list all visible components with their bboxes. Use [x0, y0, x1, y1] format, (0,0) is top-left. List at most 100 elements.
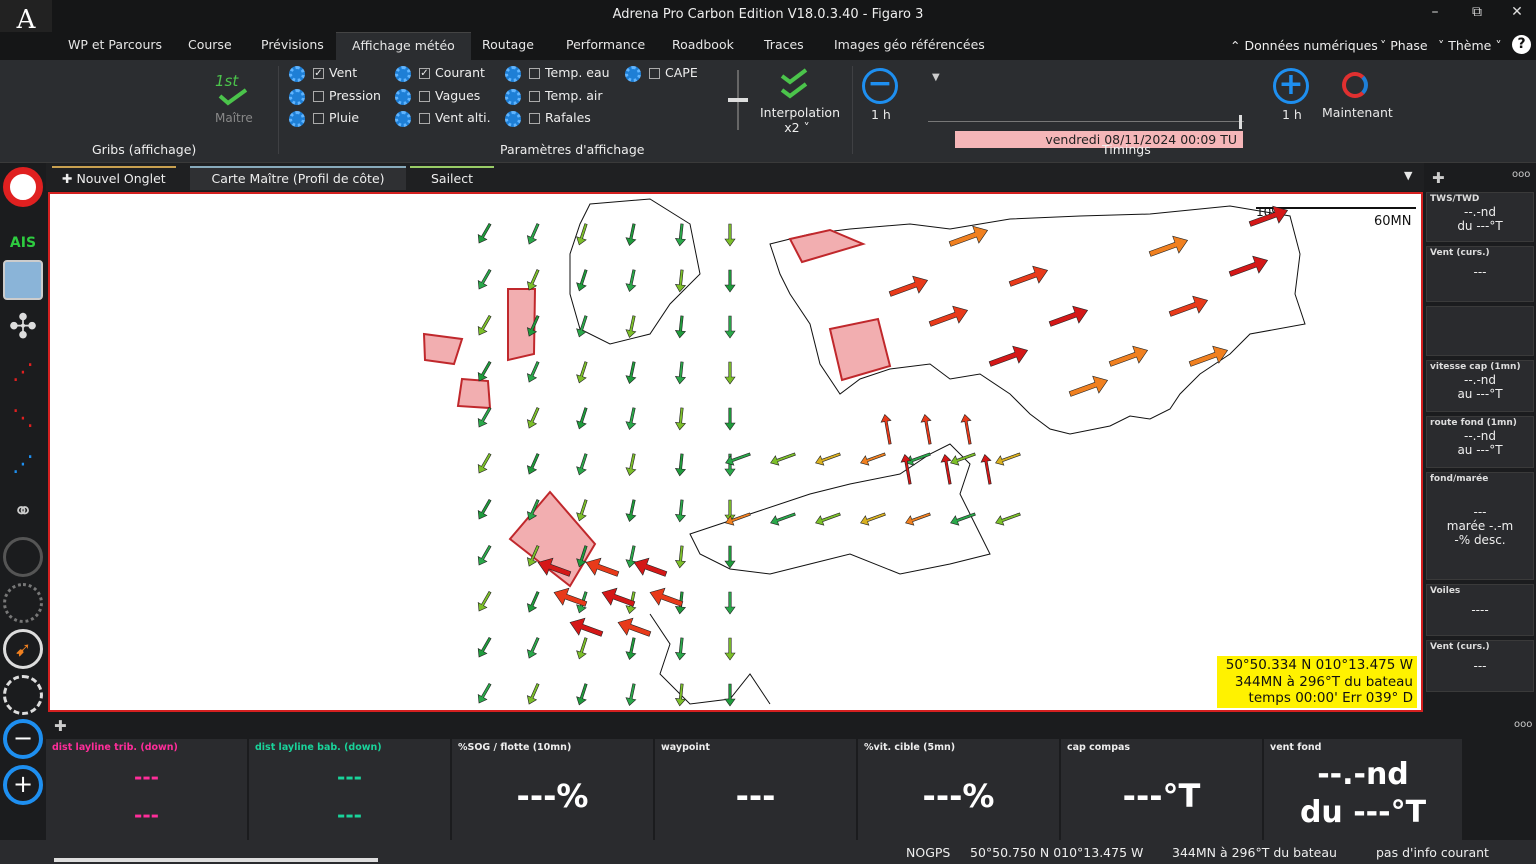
phase-menu[interactable]: ˅ Phase — [1380, 38, 1428, 53]
gear-icon[interactable] — [505, 65, 521, 82]
empty-panel[interactable] — [1426, 306, 1534, 356]
route-icon[interactable]: ⋰ — [3, 353, 43, 393]
time-slider-track — [928, 121, 1244, 122]
gear-icon[interactable] — [395, 65, 411, 82]
binoculars-icon[interactable]: ⚭ — [3, 491, 43, 531]
compass-icon[interactable]: ➹ — [3, 629, 43, 669]
tab-affichage-meteo[interactable]: Affichage météo — [336, 32, 471, 60]
vector-arrow — [770, 512, 796, 526]
map-canvas[interactable]: 109 — [50, 194, 1421, 710]
tab-previsions[interactable]: Prévisions — [245, 32, 340, 60]
refresh-icon[interactable] — [1342, 72, 1368, 98]
chart-map-icon[interactable] — [3, 260, 43, 300]
gear-icon[interactable] — [625, 65, 641, 82]
tab-traces[interactable]: Traces — [748, 32, 820, 60]
vector-arrow — [725, 452, 751, 466]
donnees-numeriques-menu[interactable]: ⌃ Données numériques — [1230, 38, 1378, 53]
vector-arrow — [633, 557, 668, 577]
more-icon[interactable]: ooo — [1514, 719, 1532, 730]
vector-arrow — [900, 453, 912, 485]
zoom-fit-icon[interactable] — [3, 675, 43, 715]
vagues-checkbox[interactable]: Vagues — [395, 87, 480, 105]
pluie-checkbox[interactable]: Pluie — [289, 109, 359, 127]
gear-icon[interactable] — [505, 88, 521, 105]
vent-cursor-panel[interactable]: Vent (curs.) --- — [1426, 246, 1534, 302]
gear-icon[interactable] — [289, 110, 305, 127]
zone-polygon — [422, 332, 464, 366]
voiles-panel[interactable]: Voiles ---- — [1426, 584, 1534, 636]
master-button[interactable]: Maître — [215, 111, 253, 125]
vent-alti-checkbox[interactable]: Vent alti. — [395, 109, 491, 127]
zoom-in-icon[interactable]: + — [3, 765, 43, 805]
tab-course[interactable]: Course — [172, 32, 248, 60]
plus-icon[interactable]: + — [1273, 68, 1309, 104]
tab-images-geo[interactable]: Images géo référencées — [818, 32, 1001, 60]
layline-starboard-panel[interactable]: dist layline trib. (down) --- --- — [46, 739, 249, 840]
new-tab-button[interactable]: ✚ Nouvel Onglet — [52, 166, 176, 190]
pression-checkbox[interactable]: Pression — [289, 87, 381, 105]
step-back-label: 1 h — [871, 107, 891, 122]
date-dropdown-icon[interactable]: ▼ — [932, 72, 940, 83]
vector-arrow — [988, 345, 1029, 367]
gear-icon[interactable] — [289, 88, 305, 105]
gear-icon[interactable] — [395, 110, 411, 127]
tab-performance[interactable]: Performance — [550, 32, 661, 60]
temp-air-checkbox[interactable]: Temp. air — [505, 87, 603, 105]
route-fond-panel[interactable]: route fond (1mn) --.-nd au ---°T — [1426, 416, 1534, 468]
vector-arrow — [526, 683, 540, 705]
minus-icon[interactable]: − — [862, 68, 898, 104]
zoom-out-icon[interactable]: − — [3, 719, 43, 759]
slider-handle[interactable] — [728, 98, 748, 102]
vector-arrow — [674, 545, 687, 569]
propeller-icon[interactable]: ✣ — [3, 307, 43, 347]
tab-wp-parcours[interactable]: WP et Parcours — [52, 32, 178, 60]
vitesse-cap-panel[interactable]: vitesse cap (1mn) --.-nd au ---°T — [1426, 360, 1534, 412]
ground-wind-panel[interactable]: vent fond --.-nd du ---°T — [1264, 739, 1464, 840]
more-icon[interactable]: ooo — [1512, 169, 1530, 180]
gear-icon[interactable] — [289, 65, 305, 82]
courant-checkbox[interactable]: ✓ Courant — [395, 64, 485, 82]
compass-rose-icon[interactable] — [3, 583, 43, 623]
waypoint-panel[interactable]: waypoint --- — [655, 739, 858, 840]
ais-icon[interactable]: AIS — [3, 213, 43, 253]
vector-arrow — [674, 223, 687, 247]
temp-eau-checkbox[interactable]: Temp. eau — [505, 64, 610, 82]
layline-icon[interactable]: ⋰ — [3, 445, 43, 485]
vector-arrow — [1168, 295, 1209, 317]
add-panel-icon[interactable]: ✚ — [54, 717, 67, 735]
tab-sailect[interactable]: Sailect — [410, 166, 494, 190]
gauge-icon[interactable] — [3, 537, 43, 577]
compass-heading-panel[interactable]: cap compas ---°T — [1061, 739, 1264, 840]
vector-arrow — [625, 453, 637, 477]
cape-checkbox[interactable]: CAPE — [625, 64, 698, 82]
interpolation-button[interactable]: Interpolation x2 ˅ — [760, 105, 840, 135]
rafales-checkbox[interactable]: Rafales — [505, 109, 591, 127]
add-panel-icon[interactable]: ✚ — [1432, 169, 1445, 187]
map-view[interactable]: 109 60MN 50°50.334 N 010°13.475 W 344MN … — [48, 192, 1423, 712]
time-slider-handle[interactable] — [1239, 115, 1242, 129]
gear-icon[interactable] — [505, 110, 521, 127]
now-button[interactable]: Maintenant — [1322, 105, 1393, 120]
minimize-button[interactable]: – — [1420, 4, 1450, 20]
vector-arrow — [948, 225, 989, 247]
lifebuoy-icon[interactable] — [3, 167, 43, 207]
tws-twd-panel[interactable]: TWS/TWD --.-nd du ---°T — [1426, 192, 1534, 242]
help-icon[interactable]: ? — [1512, 35, 1531, 54]
tab-carte-maitre[interactable]: Carte Maître (Profil de côte) — [190, 166, 406, 190]
restore-button[interactable]: ⧉ — [1462, 4, 1492, 20]
vent-checkbox[interactable]: ✓ Vent — [289, 64, 357, 82]
layline-port-panel[interactable]: dist layline bab. (down) --- --- — [249, 739, 452, 840]
tab-routage[interactable]: Routage — [466, 32, 550, 60]
vent-cursor-panel-2[interactable]: Vent (curs.) --- — [1426, 640, 1534, 692]
waypoints-icon[interactable]: ⋱ — [3, 399, 43, 439]
target-speed-panel[interactable]: %vit. cible (5mn) ---% — [858, 739, 1061, 840]
date-field[interactable]: vendredi 08/11/2024 00:09 TU — [955, 131, 1243, 148]
fond-maree-panel[interactable]: fond/marée --- marée -.-m -% desc. — [1426, 472, 1534, 580]
vector-arrow — [477, 268, 492, 290]
tabs-dropdown-icon[interactable]: ▼ — [1404, 169, 1412, 182]
theme-menu[interactable]: ˅ Thème ˅ — [1438, 38, 1502, 53]
gear-icon[interactable] — [395, 88, 411, 105]
close-button[interactable]: ✕ — [1502, 4, 1532, 20]
tab-roadbook[interactable]: Roadbook — [656, 32, 750, 60]
sog-fleet-panel[interactable]: %SOG / flotte (10mn) ---% — [452, 739, 655, 840]
